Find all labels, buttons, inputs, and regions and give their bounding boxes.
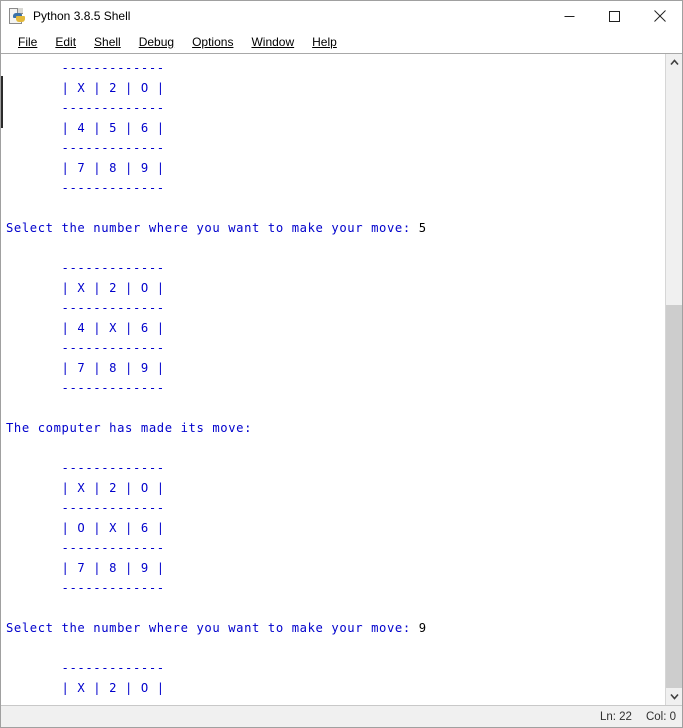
maximize-icon	[609, 10, 620, 22]
window-controls	[547, 1, 682, 31]
text-cursor-mark	[1, 76, 3, 128]
scroll-down-button[interactable]	[666, 688, 682, 705]
status-bar: Ln: 22 Col: 0	[1, 705, 682, 727]
close-button[interactable]	[637, 1, 682, 31]
minimize-button[interactable]	[547, 1, 592, 31]
menu-item-edit[interactable]: Edit	[46, 31, 85, 53]
menu-label-help: Help	[312, 35, 337, 49]
shell-content: ------------- | X | 2 | O | ------------…	[1, 53, 682, 705]
menu-item-debug[interactable]: Debug	[130, 31, 183, 53]
window-title: Python 3.8.5 Shell	[33, 9, 131, 23]
scrollbar-thumb[interactable]	[666, 305, 682, 688]
menu-label-options: Options	[192, 35, 234, 49]
python-file-icon	[9, 7, 26, 25]
scroll-up-button[interactable]	[666, 54, 682, 71]
vertical-scrollbar[interactable]	[665, 54, 682, 705]
idle-shell-window: Python 3.8.5 Shell File Edit Shell Debug…	[0, 0, 683, 728]
scrollbar-track[interactable]	[666, 71, 682, 688]
shell-text-area[interactable]: ------------- | X | 2 | O | ------------…	[1, 54, 665, 705]
menu-item-shell[interactable]: Shell	[85, 31, 130, 53]
chevron-down-icon	[669, 693, 679, 700]
menu-label-edit: Edit	[55, 35, 77, 49]
menu-label-window: Window	[251, 35, 295, 49]
console-output: ------------- | X | 2 | O | ------------…	[6, 61, 427, 705]
title-bar: Python 3.8.5 Shell	[1, 1, 682, 31]
close-icon	[653, 10, 666, 22]
minimize-icon	[564, 15, 575, 17]
maximize-button[interactable]	[592, 1, 637, 31]
menu-item-options[interactable]: Options	[183, 31, 242, 53]
status-column-number: Col: 0	[645, 710, 676, 723]
chevron-up-icon	[669, 59, 679, 66]
menu-label-file: File	[18, 35, 38, 49]
status-line-number: Ln: 22	[599, 710, 632, 723]
menu-bar: File Edit Shell Debug Options Window Hel…	[1, 31, 682, 53]
menu-item-help[interactable]: Help	[303, 31, 346, 53]
menu-item-window[interactable]: Window	[242, 31, 303, 53]
menu-item-file[interactable]: File	[9, 31, 46, 53]
menu-label-debug: Debug	[138, 35, 175, 49]
menu-label-shell: Shell	[94, 35, 121, 49]
